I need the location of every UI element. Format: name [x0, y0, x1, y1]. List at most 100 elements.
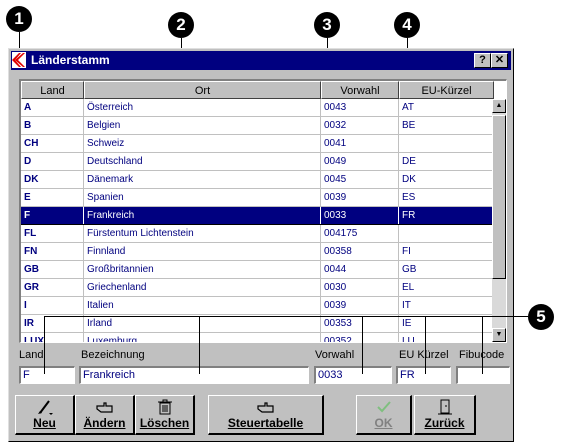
cell-vorwahl: 00353 — [321, 315, 399, 332]
callout-5-line — [44, 316, 528, 317]
cell-ort: Dänemark — [84, 171, 321, 188]
loeschen-label: Löschen — [139, 416, 190, 430]
close-button[interactable]: ✕ — [491, 53, 508, 68]
cell-eu-kuerzel: LU — [399, 333, 494, 342]
table-row[interactable]: DK Dänemark 0045 DK — [21, 171, 494, 189]
cell-land: D — [21, 153, 84, 170]
cell-eu-kuerzel: DK — [399, 171, 494, 188]
fibucode-field[interactable] — [456, 366, 510, 384]
zurueck-button[interactable]: Zurück — [414, 395, 476, 435]
ok-label: OK — [374, 416, 393, 430]
table-row[interactable]: LUX Luxemburg 00352 LU — [21, 333, 494, 342]
eu-kuerzel-label: EU Kürzel — [399, 349, 449, 361]
cell-vorwahl: 0030 — [321, 279, 399, 296]
cell-vorwahl: 0049 — [321, 153, 399, 170]
cell-land: FN — [21, 243, 84, 260]
vertical-scrollbar[interactable]: ▲ ▼ — [492, 99, 506, 342]
cell-land: A — [21, 99, 84, 116]
table-row[interactable]: I Italien 0039 IT — [21, 297, 494, 315]
scroll-up-icon[interactable]: ▲ — [492, 99, 506, 113]
table-row[interactable]: A Österreich 0043 AT — [21, 99, 494, 117]
zurueck-label: Zurück — [424, 416, 465, 430]
cell-ort: Frankreich — [84, 207, 321, 224]
ok-button[interactable]: OK — [356, 395, 412, 435]
column-header-land[interactable]: Land — [21, 81, 84, 99]
column-header-vorwahl[interactable]: Vorwahl — [321, 81, 399, 99]
cell-eu-kuerzel: AT — [399, 99, 494, 116]
table-row[interactable]: D Deutschland 0049 DE — [21, 153, 494, 171]
cell-vorwahl: 00358 — [321, 243, 399, 260]
cell-eu-kuerzel: IE — [399, 315, 494, 332]
cell-ort: Luxemburg — [84, 333, 321, 342]
cell-vorwahl: 0033 — [321, 207, 399, 224]
callout-2: 2 — [168, 12, 194, 38]
land-field[interactable]: F — [19, 366, 75, 384]
callout-4: 4 — [394, 12, 420, 38]
trash-icon — [157, 399, 172, 415]
table-row[interactable]: GR Griechenland 0030 EL — [21, 279, 494, 297]
cell-vorwahl: 0041 — [321, 135, 399, 152]
cell-eu-kuerzel: DE — [399, 153, 494, 170]
cell-ort: Irland — [84, 315, 321, 332]
cell-eu-kuerzel: FR — [399, 207, 494, 224]
app-logo-icon — [12, 52, 26, 68]
vorwahl-label: Vorwahl — [315, 349, 355, 361]
table-row[interactable]: E Spanien 0039 ES — [21, 189, 494, 207]
pointing-hand-icon — [95, 402, 113, 413]
help-button[interactable]: ? — [474, 53, 491, 68]
steuertabelle-button[interactable]: Steuertabelle — [208, 395, 324, 435]
table-row[interactable]: IR Irland 00353 IE — [21, 315, 494, 333]
cell-ort: Griechenland — [84, 279, 321, 296]
table-row[interactable]: F Frankreich 0033 FR — [21, 207, 494, 225]
cell-vorwahl: 0045 — [321, 171, 399, 188]
column-header-eu-kuerzel[interactable]: EU-Kürzel — [399, 81, 494, 99]
scroll-down-icon[interactable]: ▼ — [492, 328, 506, 342]
scroll-thumb[interactable] — [492, 115, 506, 279]
cell-ort: Großbritannien — [84, 261, 321, 278]
table-row[interactable]: GB Großbritannien 0044 GB — [21, 261, 494, 279]
cell-vorwahl: 0032 — [321, 117, 399, 134]
bezeichnung-field[interactable]: Frankreich — [79, 366, 309, 384]
neu-label: Neu — [33, 416, 56, 430]
cell-land: LUX — [21, 333, 84, 342]
cell-land: FL — [21, 225, 84, 242]
cell-land: F — [21, 207, 84, 224]
cell-vorwahl: 00352 — [321, 333, 399, 342]
callout-5-drop-fibucode — [482, 316, 483, 374]
table-row[interactable]: B Belgien 0032 BE — [21, 117, 494, 135]
loeschen-button[interactable]: Löschen — [135, 395, 195, 435]
cell-ort: Deutschland — [84, 153, 321, 170]
callout-5-drop-vorwahl — [362, 316, 363, 374]
table-row[interactable]: FN Finnland 00358 FI — [21, 243, 494, 261]
cell-eu-kuerzel — [399, 135, 494, 152]
column-header-ort[interactable]: Ort — [84, 81, 321, 99]
aendern-button[interactable]: Ändern — [75, 395, 135, 435]
cell-land: B — [21, 117, 84, 134]
cell-vorwahl: 0044 — [321, 261, 399, 278]
cell-eu-kuerzel: ES — [399, 189, 494, 206]
pencil-icon — [37, 400, 53, 415]
laenderstamm-window: Länderstamm ? ✕ Land Ort Vorwahl EU-Kürz… — [8, 48, 514, 442]
neu-button[interactable]: Neu — [15, 395, 75, 435]
cell-ort: Finnland — [84, 243, 321, 260]
table-row[interactable]: CH Schweiz 0041 — [21, 135, 494, 153]
cell-land: E — [21, 189, 84, 206]
cell-eu-kuerzel: IT — [399, 297, 494, 314]
bezeichnung-label: Bezeichnung — [81, 349, 145, 361]
vorwahl-field[interactable]: 0033 — [314, 366, 392, 384]
table-row[interactable]: FL Fürstentum Lichtenstein 004175 — [21, 225, 494, 243]
cell-eu-kuerzel — [399, 225, 494, 242]
callout-3: 3 — [314, 12, 340, 38]
door-exit-icon — [437, 399, 452, 415]
cell-land: CH — [21, 135, 84, 152]
eu-kuerzel-field[interactable]: FR — [396, 366, 451, 384]
cell-vorwahl: 0039 — [321, 297, 399, 314]
cell-ort: Österreich — [84, 99, 321, 116]
callout-5-drop-bezeichnung — [199, 316, 200, 374]
cell-ort: Italien — [84, 297, 321, 314]
cell-land: DK — [21, 171, 84, 188]
cell-eu-kuerzel: FI — [399, 243, 494, 260]
window-title: Länderstamm — [31, 53, 110, 67]
cell-ort: Fürstentum Lichtenstein — [84, 225, 321, 242]
cell-ort: Spanien — [84, 189, 321, 206]
